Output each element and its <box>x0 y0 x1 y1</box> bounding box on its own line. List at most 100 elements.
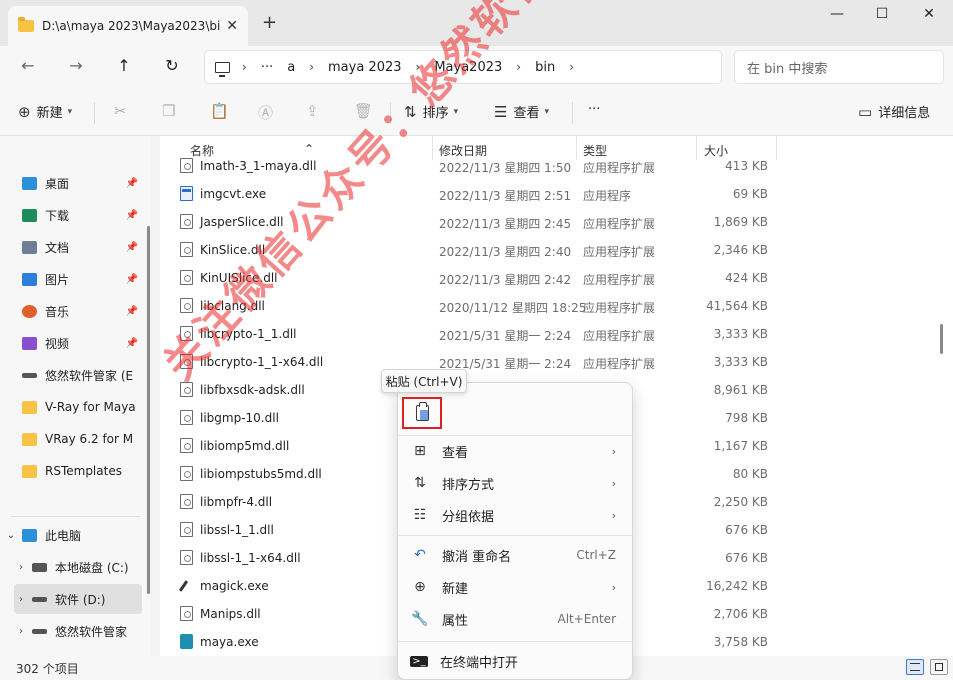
file-row[interactable]: libcrypto-1_1-x64.dll 2021/5/31 星期一 2:24 应… <box>160 348 920 376</box>
file-row[interactable]: JasperSlice.dll 2022/11/3 星期四 2:45 应用程序扩展 1… <box>160 208 920 236</box>
menu-divider <box>398 641 634 642</box>
chevron-down-icon[interactable]: ⌄ <box>4 530 18 541</box>
list-view-icon: ☰ <box>494 102 508 121</box>
details-pane-button[interactable]: ▭ 详细信息 <box>858 102 930 122</box>
breadcrumb-maya2023[interactable]: Maya2023 <box>434 60 502 75</box>
dll-file-icon <box>180 270 193 285</box>
sidebar-item-desktop[interactable]: 桌面 📌 <box>4 168 142 198</box>
plus-circle-icon: ⊕ <box>18 102 31 121</box>
sidebar-item-drive-e[interactable]: 悠然软件管家 (E <box>4 360 142 390</box>
wrench-icon: 🔧 <box>411 611 429 627</box>
breadcrumb-maya-2023[interactable]: maya 2023 <box>328 60 402 75</box>
menu-item-properties[interactable]: 🔧 属性 Alt+Enter <box>402 604 630 634</box>
explorer-tab[interactable]: D:\a\maya 2023\Maya2023\bi ✕ <box>8 6 248 46</box>
rename-button[interactable]: Ⓐ <box>258 102 279 123</box>
chevron-down-icon: ▾ <box>67 106 73 117</box>
up-arrow-icon[interactable]: ↑ <box>112 56 136 75</box>
delete-button[interactable]: 🗑 <box>354 102 379 120</box>
more-button[interactable]: ··· <box>588 102 600 117</box>
breadcrumb-separator: › <box>569 60 574 74</box>
cut-button[interactable]: ✂ <box>114 102 133 120</box>
share-icon: ⇪ <box>306 102 319 120</box>
dll-file-icon <box>180 438 193 453</box>
new-button[interactable]: ⊕ 新建 ▾ <box>18 102 73 122</box>
paste-button[interactable] <box>402 397 442 429</box>
sidebar-item-music[interactable]: 音乐 📌 <box>4 296 142 326</box>
sidebar-item-drive-d[interactable]: › 软件 (D:) <box>14 584 142 614</box>
sidebar-item-downloads[interactable]: 下载 📌 <box>4 200 142 230</box>
file-list-scrollbar[interactable] <box>940 324 943 354</box>
chevron-right-icon[interactable]: › <box>14 562 28 573</box>
file-row[interactable]: imgcvt.exe 2022/11/3 星期四 2:51 应用程序 69 KB <box>160 180 920 208</box>
grid-icon: ⊞ <box>414 443 426 459</box>
minimize-button[interactable]: — <box>822 6 852 22</box>
music-icon <box>22 304 37 318</box>
breadcrumb-bin[interactable]: bin <box>535 60 555 75</box>
sidebar-item-drive-c[interactable]: › 本地磁盘 (C:) <box>14 552 142 582</box>
sidebar-item-vray-62[interactable]: VRay 6.2 for M <box>4 424 142 454</box>
file-row[interactable]: KinSlice.dll 2022/11/3 星期四 2:40 应用程序扩展 2,34… <box>160 236 920 264</box>
file-row[interactable]: KinUISlice.dll 2022/11/3 星期四 2:42 应用程序扩展 42… <box>160 264 920 292</box>
file-name: KinSlice.dll <box>200 243 266 257</box>
menu-item-view[interactable]: ⊞ 查看 › <box>402 436 630 466</box>
dll-file-icon <box>180 214 193 229</box>
search-placeholder: 在 bin 中搜索 <box>747 61 828 77</box>
sidebar-item-this-pc[interactable]: ⌄ 此电脑 <box>4 520 142 550</box>
sidebar-item-drive-e-pc[interactable]: › 悠然软件管家 <box>14 616 142 646</box>
paste-toolbar-button[interactable]: 📋 <box>210 102 235 120</box>
menu-item-undo-rename[interactable]: ↶ 撤消 重命名 Ctrl+Z <box>402 540 630 570</box>
tiles-view-button[interactable] <box>930 659 948 675</box>
chevron-right-icon[interactable]: › <box>14 594 28 605</box>
sidebar-scrollbar[interactable] <box>147 226 150 594</box>
pin-icon: 📌 <box>125 241 138 253</box>
pin-icon: 📌 <box>125 337 138 349</box>
file-type: 应用程序扩展 <box>583 301 656 315</box>
sort-button[interactable]: ⇅ 排序 ▾ <box>404 102 458 122</box>
file-name: libcrypto-1_1-x64.dll <box>200 355 324 369</box>
sidebar-item-rstemplates[interactable]: RSTemplates <box>4 456 142 486</box>
menu-item-open-in-terminal[interactable]: >_ 在终端中打开 <box>402 646 630 676</box>
file-name: libclang.dll <box>200 299 265 313</box>
back-arrow-icon[interactable]: ← <box>16 56 40 75</box>
maximize-button[interactable]: ☐ <box>867 6 897 22</box>
breadcrumb-overflow[interactable]: ··· <box>261 60 273 75</box>
forward-arrow-icon[interactable]: → <box>64 56 88 75</box>
clipboard-icon: 📋 <box>210 102 229 120</box>
menu-divider <box>398 535 634 536</box>
menu-item-group-by[interactable]: ☷ 分组依据 › <box>402 500 630 530</box>
search-input[interactable]: 在 bin 中搜索 <box>734 50 944 84</box>
menu-item-sort-by[interactable]: ⇅ 排序方式 › <box>402 468 630 498</box>
file-name: libssl-1_1.dll <box>200 523 274 537</box>
dll-file-icon <box>180 158 193 173</box>
share-button[interactable]: ⇪ <box>306 102 325 120</box>
view-button[interactable]: ☰ 查看 ▾ <box>494 102 549 122</box>
tab-close-button[interactable]: ✕ <box>226 18 238 34</box>
pin-icon: 📌 <box>125 305 138 317</box>
sidebar-item-documents[interactable]: 文档 📌 <box>4 232 142 262</box>
sidebar-item-videos[interactable]: 视频 📌 <box>4 328 142 358</box>
new-tab-button[interactable]: + <box>262 12 277 33</box>
breadcrumb-a[interactable]: a <box>287 60 295 75</box>
close-button[interactable]: ✕ <box>914 6 944 22</box>
copy-button[interactable]: ❐ <box>162 102 181 120</box>
details-view-button[interactable] <box>906 659 924 675</box>
properties-shortcut: Alt+Enter <box>557 612 616 626</box>
trash-icon: 🗑 <box>354 102 374 120</box>
toolbar-divider <box>572 102 573 124</box>
file-row[interactable]: Imath-3_1-maya.dll 2022/11/3 星期四 1:50 应用程序… <box>160 152 920 180</box>
address-field[interactable]: › ··· a › maya 2023 › Maya2023 › bin › <box>204 50 722 84</box>
context-menu: ⊞ 查看 › ⇅ 排序方式 › ☷ 分组依据 › ↶ 撤消 重命名 Ctrl+Z… <box>397 382 634 680</box>
sidebar-item-pictures[interactable]: 图片 📌 <box>4 264 142 294</box>
file-row[interactable]: libcrypto-1_1.dll 2021/5/31 星期一 2:24 应用程序扩… <box>160 320 920 348</box>
computer-icon <box>22 528 37 542</box>
refresh-icon[interactable]: ↻ <box>160 56 184 75</box>
menu-item-new[interactable]: ⊕ 新建 › <box>402 572 630 602</box>
sidebar-item-vray-for-maya[interactable]: V-Ray for Maya <box>4 392 142 422</box>
file-name: libcrypto-1_1.dll <box>200 327 297 341</box>
breadcrumb-separator: › <box>516 60 522 74</box>
file-type: 应用程序扩展 <box>583 329 656 343</box>
chevron-right-icon[interactable]: › <box>14 626 28 637</box>
file-row[interactable]: libclang.dll 2020/11/12 星期四 18:25 应用程序扩展 41… <box>160 292 920 320</box>
pin-icon: 📌 <box>125 177 138 189</box>
file-size: 2,346 KB <box>713 243 768 257</box>
